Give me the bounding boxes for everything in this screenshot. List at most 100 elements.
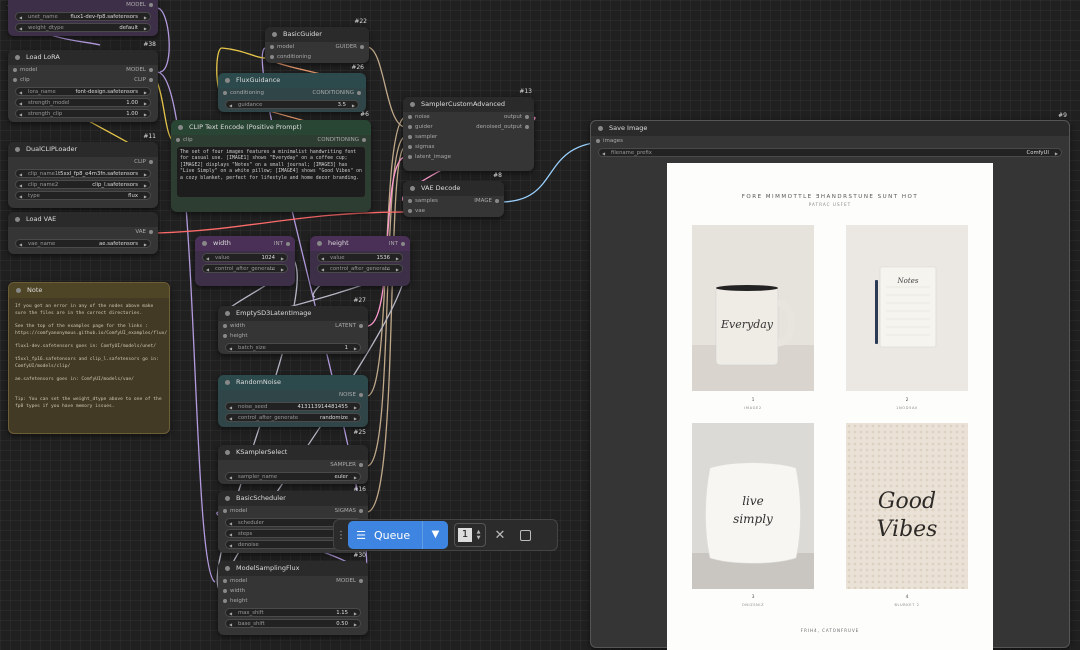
node-title[interactable]: VAE Decode xyxy=(403,181,504,196)
node-title[interactable]: KSamplerSelect xyxy=(218,445,368,460)
widget-noise-seed[interactable]: noise_seed413113914481455 xyxy=(225,402,361,411)
input-noise[interactable]: noise xyxy=(408,112,430,122)
output-sampler[interactable]: SAMPLER xyxy=(330,460,363,470)
output-int[interactable]: INT xyxy=(274,239,291,249)
input-model[interactable]: model xyxy=(12,65,37,75)
load-lora-node[interactable]: #38 Load LoRA model MODEL clip CLIP lora_n… xyxy=(8,41,158,122)
widget-clip-name1[interactable]: clip_name1t5xxl_fp8_e4m3fn.safetensors xyxy=(15,169,151,178)
batch-count-value[interactable]: 1 xyxy=(458,528,472,542)
input-width[interactable]: width xyxy=(222,586,245,596)
input-conditioning[interactable]: conditioning xyxy=(270,52,311,62)
prompt-textarea[interactable]: The set of four images features a minima… xyxy=(177,147,365,197)
node-title[interactable]: ModelSamplingFlux xyxy=(218,561,368,576)
note-node[interactable]: Note If you get an error in any of the n… xyxy=(8,282,170,434)
node-title[interactable]: SamplerCustomAdvanced xyxy=(403,97,534,112)
random-noise-node[interactable]: #25 RandomNoise NOISE noise_seed41311391… xyxy=(218,375,368,436)
output-noise[interactable]: NOISE xyxy=(339,390,364,400)
height-node[interactable]: height INT value1536 control_after_gener… xyxy=(310,236,410,286)
node-title[interactable]: CLIP Text Encode (Positive Prompt) xyxy=(171,120,371,135)
widget-filename-prefix[interactable]: filename_prefixComfyUI xyxy=(598,148,1062,157)
widget-type[interactable]: typeflux xyxy=(15,191,151,200)
close-icon[interactable]: ✕ xyxy=(486,528,514,543)
output-sigmas[interactable]: SIGMAS xyxy=(335,506,364,516)
model-sampling-flux-node[interactable]: #30 ModelSamplingFlux model MODEL width h… xyxy=(218,552,368,635)
output-vae[interactable]: VAE xyxy=(135,227,153,237)
output-image[interactable]: IMAGE xyxy=(474,196,499,206)
input-sampler[interactable]: sampler xyxy=(407,132,437,142)
widget-sampler-name[interactable]: sampler_nameeuler xyxy=(225,472,361,481)
unet-loader-node[interactable]: MODEL unet_nameflux1-dev-fp8.safetensors… xyxy=(8,0,158,36)
output-model[interactable]: MODEL xyxy=(336,576,363,586)
widget-clip-name2[interactable]: clip_name2clip_l.safetensors xyxy=(15,180,151,189)
input-sigmas[interactable]: sigmas xyxy=(407,142,434,152)
node-title[interactable]: Save Image xyxy=(591,121,1069,136)
output-output[interactable]: output xyxy=(504,112,530,122)
image-preview[interactable]: FORE MIMMOTTLE ƎHANDRSTUNE SUNT HOT PATR… xyxy=(667,163,993,650)
node-title[interactable]: FluxGuidance xyxy=(218,73,366,88)
sampler-custom-advanced-node[interactable]: #13 SamplerCustomAdvanced noise output gu… xyxy=(403,88,534,171)
widget-control-after-generate[interactable]: control_after_generaterandomize xyxy=(225,413,361,422)
node-title[interactable]: BasicGuider xyxy=(265,27,369,42)
widget-guidance[interactable]: guidance3.5 xyxy=(225,100,359,109)
note-text[interactable]: If you get an error in any of the nodes … xyxy=(9,298,169,417)
flux-guidance-node[interactable]: #26 FluxGuidance conditioning CONDITIONIN… xyxy=(218,64,366,112)
widget-strength-clip[interactable]: strength_clip1.00 xyxy=(15,109,151,118)
node-title[interactable]: EmptySD3LatentImage xyxy=(218,306,368,321)
load-vae-node[interactable]: Load VAE VAE vae_nameae.safetensors xyxy=(8,212,158,254)
widget-weight-dtype[interactable]: weight_dtypedefault xyxy=(15,23,151,32)
input-samples[interactable]: samples xyxy=(408,196,438,206)
width-node[interactable]: width INT value1024 control_after_genera… xyxy=(195,236,295,286)
input-height[interactable]: height xyxy=(223,331,248,341)
queue-toolbar[interactable]: ⋮ ☰ Queue ▼ 1 ▲ ▼ ✕ xyxy=(333,519,558,551)
input-images[interactable]: images xyxy=(596,136,623,146)
drag-handle-icon[interactable]: ⋮ xyxy=(334,530,348,541)
chevron-down-icon[interactable]: ▼ xyxy=(422,521,448,549)
widget-base-shift[interactable]: base_shift0.50 xyxy=(225,619,361,628)
node-title[interactable]: Load LoRA xyxy=(8,50,158,65)
input-model[interactable]: model xyxy=(222,506,247,516)
input-guider[interactable]: guider xyxy=(408,122,433,132)
node-title[interactable]: Note xyxy=(9,283,169,298)
input-conditioning[interactable]: conditioning xyxy=(223,88,264,98)
widget-control-after-generate[interactable]: control_after_generate... xyxy=(202,264,288,273)
output-denoised[interactable]: denoised_output xyxy=(476,122,529,132)
output-clip[interactable]: CLIP xyxy=(134,75,153,85)
widget-strength-model[interactable]: strength_model1.00 xyxy=(15,98,151,107)
output-int[interactable]: INT xyxy=(389,239,406,249)
stepper-arrows-icon[interactable]: ▲ ▼ xyxy=(472,529,485,541)
empty-sd3-latent-node[interactable]: #27 EmptySD3LatentImage width LATENT heig… xyxy=(218,297,368,354)
input-vae[interactable]: vae xyxy=(407,206,425,216)
output-conditioning[interactable]: CONDITIONING xyxy=(312,88,361,98)
node-title[interactable]: DualCLIPLoader xyxy=(8,142,158,157)
node-title[interactable]: Load VAE xyxy=(8,212,158,227)
widget-batch-size[interactable]: batch_size1 xyxy=(225,343,361,352)
widget-vae-name[interactable]: vae_nameae.safetensors xyxy=(15,239,151,248)
input-height[interactable]: height xyxy=(223,596,248,606)
widget-unet-name[interactable]: unet_nameflux1-dev-fp8.safetensors xyxy=(15,12,151,21)
ksampler-select-node[interactable]: #16 KSamplerSelect SAMPLER sampler_namee… xyxy=(218,445,368,493)
widget-value[interactable]: value1024 xyxy=(202,253,288,262)
input-clip[interactable]: clip xyxy=(176,135,193,145)
input-width[interactable]: width xyxy=(222,321,245,331)
widget-control-after-generate[interactable]: control_after_generate... xyxy=(317,264,403,273)
output-guider[interactable]: GUIDER xyxy=(336,42,365,52)
widget-lora-name[interactable]: lora_namefont-design.safetensors xyxy=(15,87,151,96)
queue-button[interactable]: ☰ Queue ▼ xyxy=(348,521,448,549)
clip-text-encode-node[interactable]: #6 CLIP Text Encode (Positive Prompt) cl… xyxy=(171,111,371,212)
input-latent-image[interactable]: latent_image xyxy=(408,152,451,162)
node-title[interactable]: RandomNoise xyxy=(218,375,368,390)
output-conditioning[interactable]: CONDITIONING xyxy=(317,135,366,145)
widget-value[interactable]: value1536 xyxy=(317,253,403,262)
input-model[interactable]: model xyxy=(222,576,247,586)
input-model[interactable]: model xyxy=(269,42,294,52)
node-title[interactable]: BasicScheduler xyxy=(218,491,368,506)
output-model[interactable]: MODEL xyxy=(126,0,153,10)
batch-count-stepper[interactable]: 1 ▲ ▼ xyxy=(454,523,486,547)
widget-max-shift[interactable]: max_shift1.15 xyxy=(225,608,361,617)
save-image-node[interactable]: #9 Save Image images filename_prefixComf… xyxy=(590,112,1070,650)
output-clip[interactable]: CLIP xyxy=(134,157,153,167)
vae-decode-node[interactable]: #8 VAE Decode samples IMAGE vae xyxy=(403,172,504,217)
output-latent[interactable]: LATENT xyxy=(335,321,363,331)
input-clip[interactable]: clip xyxy=(13,75,30,85)
output-model[interactable]: MODEL xyxy=(126,65,153,75)
